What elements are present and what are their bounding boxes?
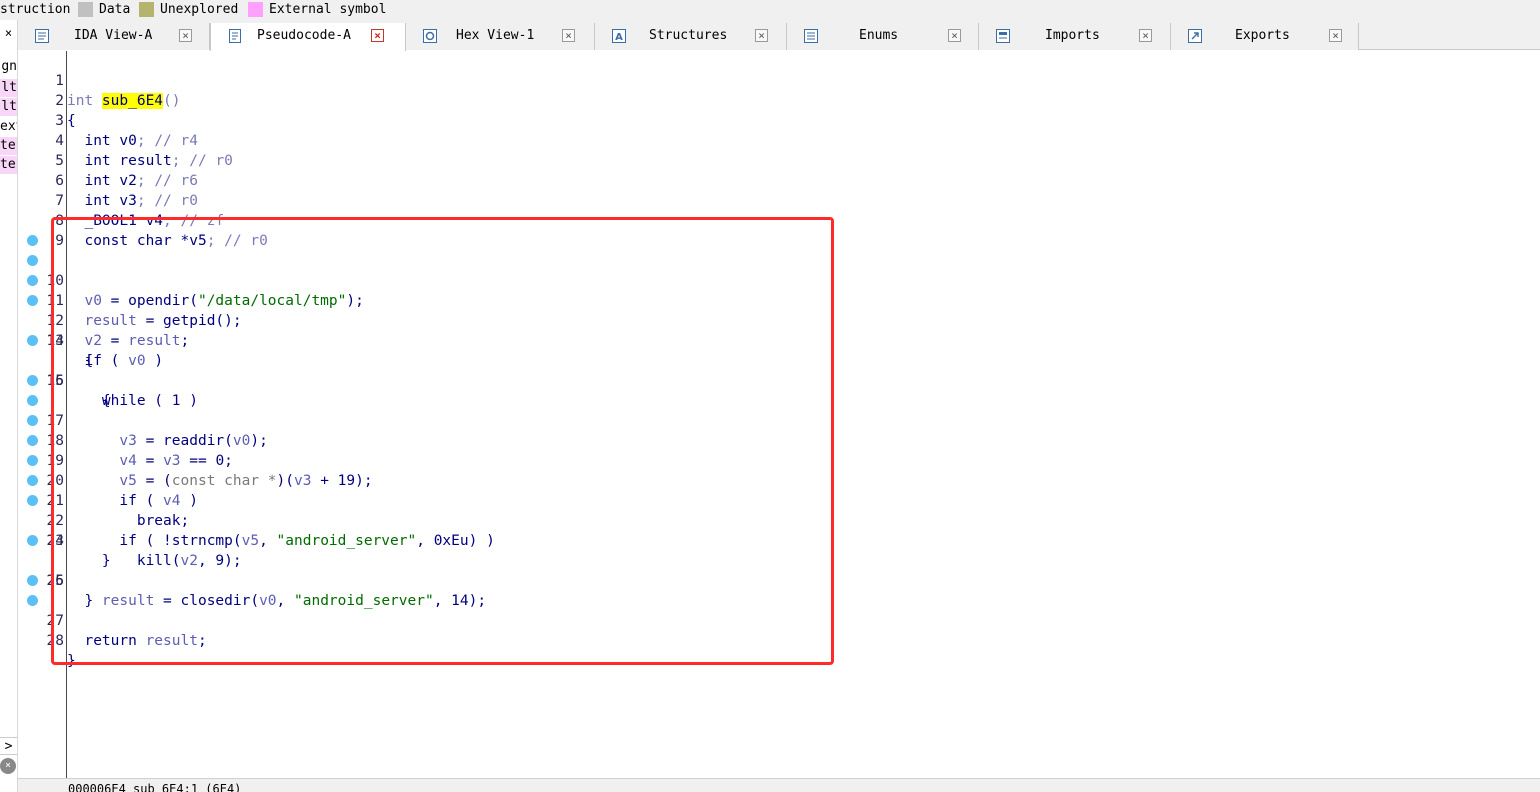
left-side-panel: × gn lt lt ext ter ter > × [0, 20, 18, 792]
tab-enums[interactable]: Enums × [787, 23, 979, 50]
scroll-right-icon[interactable]: > [0, 737, 17, 755]
close-icon[interactable]: × [179, 29, 192, 42]
close-icon[interactable]: × [948, 29, 961, 42]
panel-row[interactable]: ext [0, 118, 17, 136]
breakpoint-dot[interactable] [27, 495, 38, 506]
code-line[interactable]: 12 v2 = result; [18, 271, 1518, 349]
legend-external-swatch [248, 2, 263, 17]
code-line[interactable]: 19 v5 = (const char *)(v3 + 19); [18, 411, 1518, 489]
breakpoint-dot[interactable] [27, 455, 38, 466]
close-icon[interactable]: × [1329, 29, 1342, 42]
legend-bar: struction Data Unexplored External symbo… [0, 0, 1540, 20]
breakpoint-dot[interactable] [27, 535, 38, 546]
legend-instruction-label: struction [0, 2, 71, 17]
tab-ida-view-a[interactable]: IDA View-A × [18, 23, 210, 50]
legend-external-label: External symbol [269, 2, 387, 17]
tab-label: IDA View-A [74, 28, 153, 43]
breakpoint-dot[interactable] [27, 375, 38, 386]
close-circle-icon[interactable]: × [0, 758, 16, 774]
close-icon[interactable]: × [755, 29, 768, 42]
pseudocode-icon [229, 29, 241, 43]
tab-label: Imports [1045, 28, 1100, 43]
tab-label: Pseudocode-A [257, 28, 351, 43]
tab-exports[interactable]: Exports × [1171, 23, 1359, 50]
tab-imports[interactable]: Imports × [979, 23, 1171, 50]
exports-icon [1188, 29, 1202, 43]
panel-row[interactable]: ter [0, 156, 17, 174]
code-line[interactable]: 20 if ( v4 ) [18, 431, 1518, 509]
breakpoint-dot[interactable] [27, 395, 38, 406]
code-line[interactable]: 27 return result; [18, 571, 1518, 649]
code-line[interactable]: 22 if ( !strncmp(v5, "android_server", 0… [18, 471, 1518, 549]
code-line[interactable]: 10 v0 = opendir("/data/local/tmp"); [18, 231, 1518, 309]
breakpoint-dot[interactable] [27, 435, 38, 446]
code-line[interactable]: 7 _BOOL1 v4; // zf [18, 171, 1518, 229]
hex-view-icon [423, 29, 437, 43]
ida-view-icon [35, 29, 49, 43]
code-line[interactable]: 6 int v3; // r0 [18, 151, 1518, 209]
breakpoint-dot[interactable] [27, 335, 38, 346]
close-icon[interactable]: × [1139, 29, 1152, 42]
tab-pseudocode-a[interactable]: Pseudocode-A × [210, 23, 406, 51]
code-line[interactable]: 4 int result; // r0 [18, 111, 1518, 169]
svg-text:A: A [615, 32, 623, 43]
enums-icon [804, 29, 818, 43]
panel-close-icon[interactable]: × [0, 24, 17, 42]
imports-icon [996, 29, 1010, 43]
legend-data-label: Data [99, 2, 131, 17]
panel-row[interactable]: lt [0, 79, 17, 97]
breakpoint-dot[interactable] [27, 475, 38, 486]
breakpoint-dot[interactable] [27, 235, 38, 246]
code-line[interactable]: 25 result = closedir(v0, "android_server… [18, 531, 1518, 609]
code-line[interactable]: 28 } [18, 591, 1518, 669]
code-line[interactable]: 13 if ( v0 ) [18, 291, 1518, 369]
status-bar: 000006E4 sub_6E4:1 (6E4) [18, 778, 1540, 792]
breakpoint-dot[interactable] [27, 415, 38, 426]
structures-icon: A [612, 29, 626, 43]
tab-label: Enums [859, 28, 899, 43]
breakpoint-dot[interactable] [27, 255, 38, 266]
tab-label: Exports [1235, 28, 1290, 43]
tab-label: Hex View-1 [456, 28, 535, 43]
breakpoint-dot[interactable] [27, 595, 38, 606]
panel-row[interactable]: gn [0, 58, 17, 76]
breakpoint-dot[interactable] [27, 275, 38, 286]
tab-hex-view-1[interactable]: Hex View-1 × [406, 23, 595, 50]
pseudocode-view[interactable]: 1 int sub_6E4() 2 { 3 int v0; // r4 4 in… [18, 51, 1540, 778]
code-line[interactable]: 24 } [18, 511, 1518, 569]
panel-row[interactable]: lt [0, 98, 17, 116]
code-line[interactable]: 9 [18, 211, 1518, 249]
legend-data-swatch [78, 2, 93, 17]
code-line[interactable]: 16 { [18, 351, 1518, 409]
status-text: 000006E4 sub_6E4:1 (6E4) [68, 782, 242, 792]
code-line[interactable]: 8 const char *v5; // r0 [18, 191, 1518, 249]
code-line[interactable]: 18 v4 = v3 == 0; [18, 391, 1518, 469]
breakpoint-dot[interactable] [27, 295, 38, 306]
tab-bar: IDA View-A × Pseudocode-A × Hex View-1 ×… [18, 20, 1540, 51]
code-line[interactable]: 23 kill(v2, 9); [18, 491, 1518, 569]
tab-label: Structures [649, 28, 728, 43]
code-line[interactable]: 3 int v0; // r4 [18, 91, 1518, 149]
close-icon[interactable]: × [562, 29, 575, 42]
code-line[interactable]: 21 break; [18, 451, 1518, 529]
breakpoint-dot[interactable] [27, 575, 38, 586]
legend-unexplored-label: Unexplored [160, 2, 239, 17]
code-line[interactable]: 2 { [18, 71, 1518, 129]
code-line[interactable]: 5 int v2; // r6 [18, 131, 1518, 189]
code-line[interactable]: 14 { [18, 311, 1518, 369]
panel-row[interactable]: ter [0, 137, 17, 155]
tab-structures[interactable]: A Structures × [595, 23, 787, 50]
close-icon[interactable]: × [371, 29, 384, 42]
legend-unexplored-swatch [139, 2, 154, 17]
code-line[interactable]: 11 result = getpid(); [18, 251, 1518, 329]
code-line[interactable]: 15 while ( 1 ) [18, 331, 1518, 409]
code-line[interactable]: 17 v3 = readdir(v0); [18, 371, 1518, 449]
code-line[interactable]: 1 int sub_6E4() [18, 51, 1518, 109]
code-line[interactable]: 26 } [18, 551, 1518, 609]
